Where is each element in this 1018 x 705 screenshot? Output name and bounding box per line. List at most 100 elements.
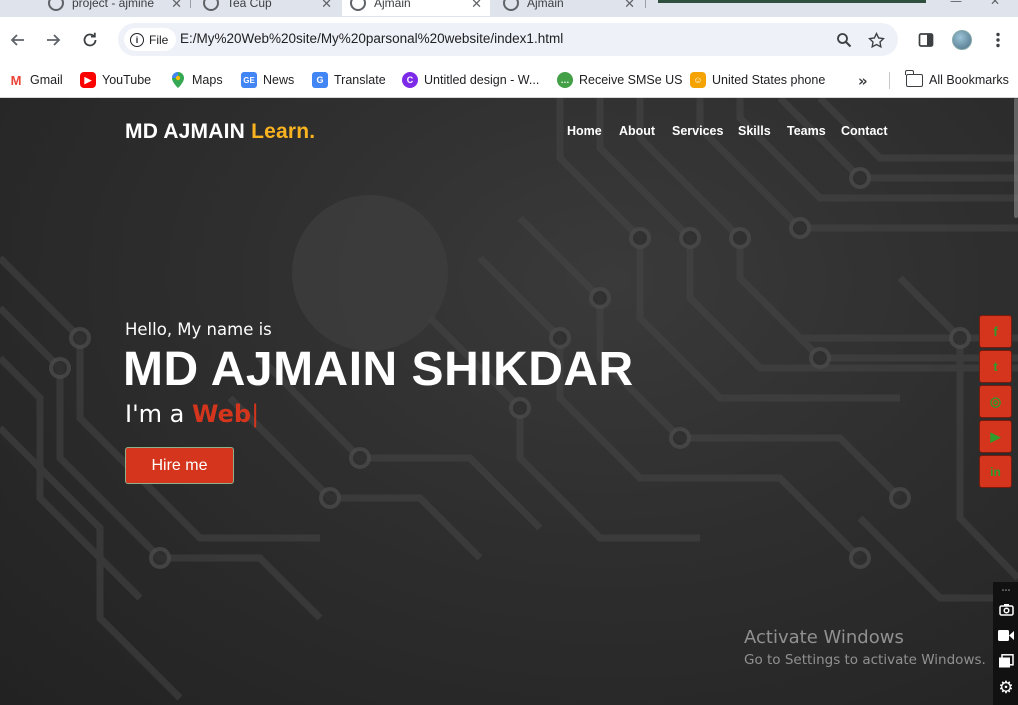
tab-title: project - ajmine [72,0,155,10]
browser-menu-button[interactable] [987,29,1009,51]
menu-link-about[interactable]: About [619,124,655,138]
reload-button[interactable] [77,27,103,53]
site-icon [203,0,219,11]
back-button[interactable] [5,27,31,53]
bookmark-news[interactable]: GE News [241,70,294,90]
hero-name: MD AJMAIN SHIKDAR [123,343,634,396]
browser-tab[interactable]: Ajmain ✕ [495,0,643,16]
magnifier-icon [837,33,852,48]
bookmark-phone[interactable]: ☺ United States phone [690,70,825,90]
translate-icon: G [312,72,328,88]
more-options-icon[interactable]: ⋯ [997,582,1015,600]
menu-link-contact[interactable]: Contact [841,124,888,138]
gmail-icon: M [8,72,24,88]
close-tab-icon[interactable]: ✕ [471,0,482,12]
double-chevron-icon[interactable]: » [858,72,868,90]
url-text[interactable]: E:/My%20Web%20site/My%20parsonal%20websi… [180,31,563,46]
windows-activation-watermark: Activate Windows Go to Settings to activ… [744,627,986,668]
bookmark-label: United States phone [712,73,826,87]
forward-button[interactable] [40,27,66,53]
instagram-icon[interactable]: ◎ [979,385,1012,418]
tab-preview-strip [658,0,926,3]
linkedin-icon[interactable]: in [979,455,1012,488]
browser-tab[interactable]: project - ajmine ✕ [40,0,190,16]
bookmark-star-button[interactable] [866,30,886,50]
twitter-icon[interactable]: t [979,350,1012,383]
kebab-menu-icon [996,32,1000,48]
capture-toolbar: ⋯ ⚙ [993,582,1018,705]
side-panel-icon [918,33,934,47]
bookmark-maps[interactable]: Maps [170,70,223,90]
hero-role-typed: Web [192,400,252,428]
folder-icon [905,69,923,87]
site-info-chip[interactable]: i File [124,28,177,51]
phone-app-icon: ☺ [690,72,706,88]
menu-link-services[interactable]: Services [672,124,723,138]
logo-accent-text: Learn. [251,120,316,143]
youtube-icon[interactable]: ▶ [979,420,1012,453]
window-capture-icon[interactable] [997,652,1015,670]
bookmark-label: News [263,73,295,87]
tab-title: Ajmain [527,0,564,10]
bookmark-youtube[interactable]: ▶ YouTube [80,70,151,90]
social-sidebar: f t ◎ ▶ in [979,315,1012,490]
side-panel-button[interactable] [915,29,937,51]
bookmark-label: Translate [334,73,386,87]
hero-role-prefix: I'm a [125,400,193,428]
tab-title: Tea Cup [227,0,272,10]
activation-subtitle: Go to Settings to activate Windows. [744,652,986,668]
menu-link-teams[interactable]: Teams [787,124,826,138]
youtube-icon: ▶ [80,72,96,88]
site-navbar: MD AJMAIN Learn. Home About Services Ski… [0,98,1018,166]
bookmark-label: Untitled design - W... [424,73,540,87]
bookmark-label: YouTube [102,73,152,87]
bookmark-translate[interactable]: G Translate [312,70,386,90]
bookmark-sms[interactable]: … Receive SMSe US [557,70,683,90]
camera-icon[interactable] [997,600,1015,618]
browser-tab-active[interactable]: Ajmain ✕ [342,0,490,16]
minimize-icon[interactable]: — [950,0,962,8]
maps-pin-icon [170,72,186,88]
hero-role: I'm a Web| [125,400,259,428]
profile-button[interactable] [951,29,973,51]
sms-icon: … [557,72,573,88]
globe-icon [503,0,519,11]
gear-icon[interactable]: ⚙ [997,678,1015,698]
all-bookmarks-label: All Bookmarks [929,73,1009,87]
arrow-right-icon [47,34,61,46]
bookmark-label: Receive SMSe US [579,73,683,87]
close-tab-icon[interactable]: ✕ [321,0,332,12]
site-logo[interactable]: MD AJMAIN Learn. [125,120,315,144]
reload-icon [83,32,97,47]
logo-main-text: MD AJMAIN [125,120,252,143]
tab-title: Ajmain [374,0,411,10]
page-viewport: MD AJMAIN Learn. Home About Services Ski… [0,98,1018,705]
zoom-button[interactable] [834,30,854,50]
close-tab-icon[interactable]: ✕ [624,0,635,12]
bookmark-gmail[interactable]: M Gmail [8,70,63,90]
close-tab-icon[interactable]: ✕ [171,0,182,12]
chip-label: File [149,32,169,47]
address-bar[interactable]: i File E:/My%20Web%20site/My%20parsonal%… [118,23,898,56]
info-icon: i [130,32,144,47]
menu-link-home[interactable]: Home [567,124,602,138]
typing-cursor: | [251,400,260,428]
all-bookmarks-button[interactable]: All Bookmarks [905,69,1009,90]
hire-me-button[interactable]: Hire me [125,447,234,484]
bookmark-canva[interactable]: C Untitled design - W... [402,70,539,90]
github-icon [48,0,64,11]
menu-link-skills[interactable]: Skills [738,124,771,138]
browser-tab[interactable]: Tea Cup ✕ [195,0,340,16]
google-news-icon: GE [241,72,257,88]
avatar-icon [952,30,972,50]
facebook-icon[interactable]: f [979,315,1012,348]
activation-title: Activate Windows [744,627,904,648]
close-window-icon[interactable]: ✕ [990,0,1000,8]
browser-toolbar: i File E:/My%20Web%20site/My%20parsonal%… [0,17,1018,63]
video-camera-icon[interactable] [997,626,1015,644]
tab-strip: project - ajmine ✕ Tea Cup ✕ Ajmain ✕ Aj… [0,0,1018,17]
bookmark-label: Gmail [30,73,63,87]
bookmark-label: Maps [192,73,223,87]
star-icon [867,31,885,48]
canva-icon: C [402,72,418,88]
